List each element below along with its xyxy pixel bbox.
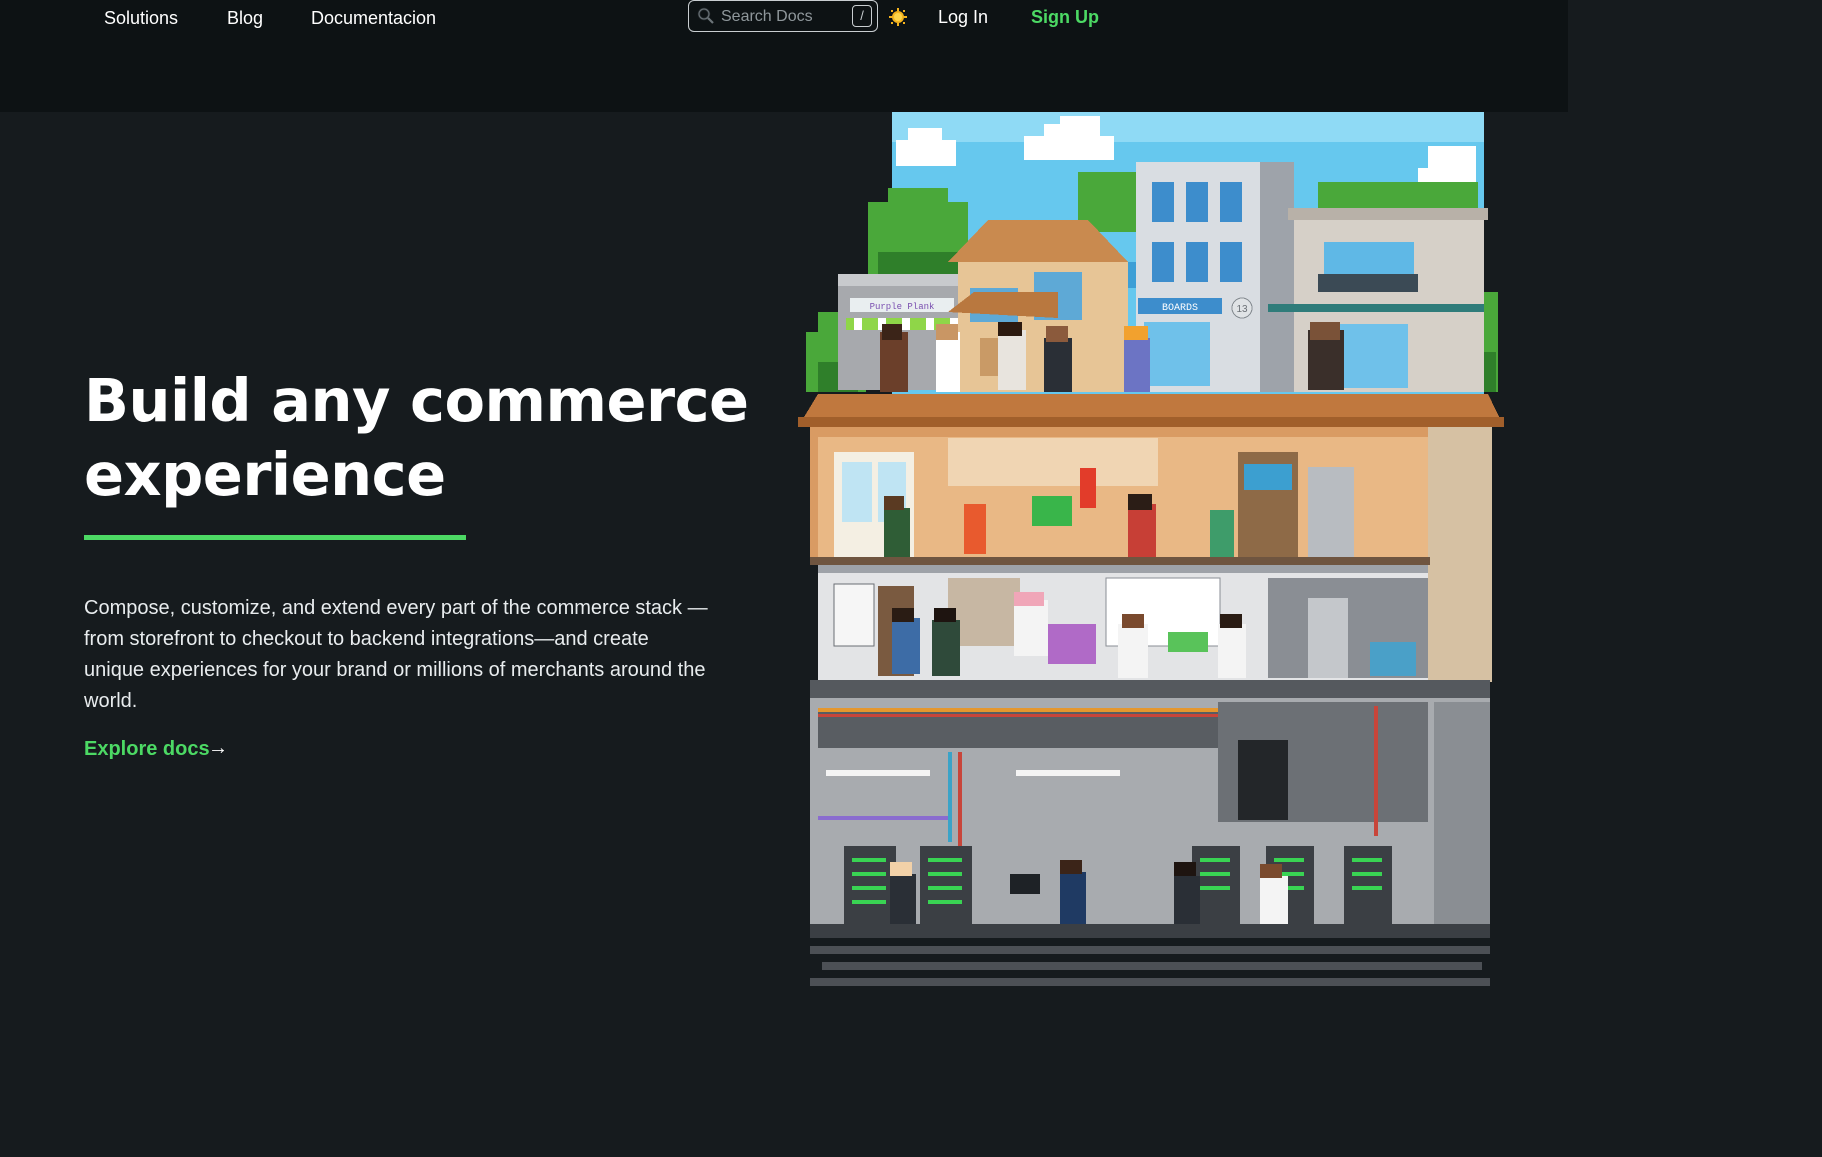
signup-link[interactable]: Sign Up	[1031, 5, 1099, 29]
arrow-right-icon[interactable]: →	[208, 736, 228, 760]
nav-blog-link[interactable]: Blog	[227, 6, 263, 30]
search-docs-box[interactable]: /	[688, 0, 878, 32]
pixel-art-building-illustration: Purple Plank BOARDS 13	[798, 112, 1504, 986]
hero-title-underline	[84, 535, 466, 540]
nav-documentation-link[interactable]: Documentacion	[311, 6, 436, 30]
nav-solutions-link[interactable]: Solutions	[104, 6, 178, 30]
address-number: 13	[1236, 304, 1248, 315]
storefront-sign: Purple Plank	[870, 302, 935, 312]
search-input[interactable]	[719, 4, 848, 30]
search-icon	[697, 7, 714, 24]
foundation	[810, 946, 1490, 986]
hero-title-line-2: experience	[84, 440, 446, 509]
brick-wall	[1428, 427, 1492, 682]
login-link[interactable]: Log In	[938, 5, 988, 29]
hero-description: Compose, customize, and extend every par…	[84, 597, 708, 712]
explore-docs-link[interactable]: Explore docs	[84, 736, 210, 762]
search-shortcut-key: /	[852, 5, 872, 27]
hero-title: Build any commerce experience	[84, 364, 764, 512]
boards-sign: BOARDS	[1162, 303, 1198, 314]
sun-icon[interactable]	[888, 7, 908, 27]
hero-title-line-1: Build any commerce	[84, 366, 749, 435]
